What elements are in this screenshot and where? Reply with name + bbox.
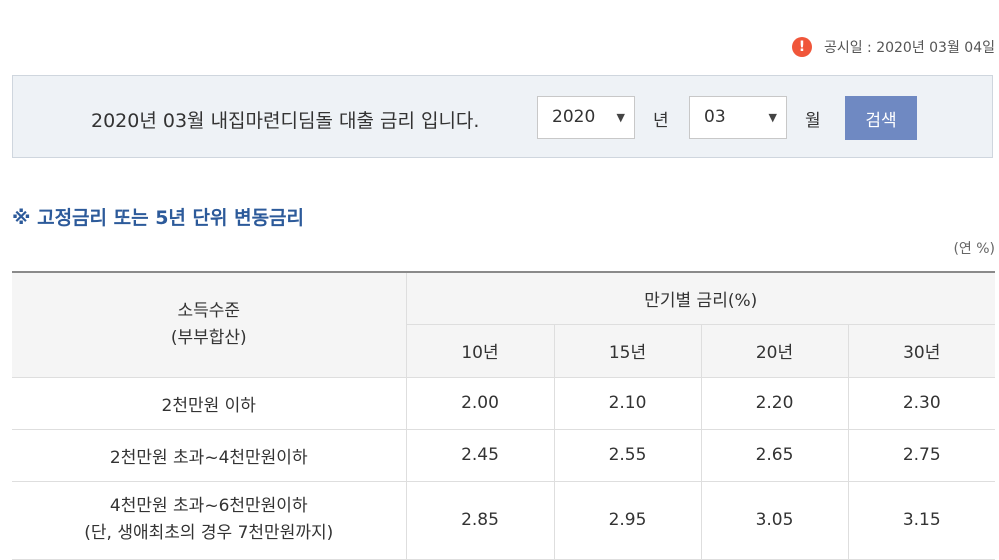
alert-icon: ! xyxy=(791,37,812,57)
announcement-date-text: 공시일 : 2020년 03월 04일 xyxy=(823,40,995,56)
term-rate-header: 만기별 금리(%) xyxy=(405,271,995,325)
rate-table: 소득수준 (부부합산) 만기별 금리(%) 10년 15년 20년 30년 2천… xyxy=(12,271,995,560)
table-row: 2천만원 이하 2.00 2.10 2.20 2.30 xyxy=(12,377,995,430)
table-row: 4천만원 초과~6천만원이하 (단, 생애최초의 경우 7천만원까지) 2.85… xyxy=(12,481,995,560)
income-level-header: 소득수준 (부부합산) xyxy=(12,271,406,378)
term-header: 10년 xyxy=(405,324,554,378)
rate-cell: 2.85 xyxy=(405,481,554,560)
rate-cell: 3.05 xyxy=(700,481,848,560)
term-header: 30년 xyxy=(847,324,995,378)
income-label: 2천만원 초과~4천만원이하 xyxy=(12,429,406,482)
rate-cell: 2.65 xyxy=(700,429,848,482)
income-label-note: (단, 생애최초의 경우 7천만원까지) xyxy=(84,523,334,543)
dropdown-arrow-icon: ▼ xyxy=(616,111,625,124)
month-unit-label: 월 xyxy=(805,111,821,131)
month-select[interactable]: 03 ▼ xyxy=(689,96,787,139)
dropdown-arrow-icon: ▼ xyxy=(768,111,777,124)
year-select[interactable]: 2020 ▼ xyxy=(537,96,635,139)
rate-cell: 2.30 xyxy=(847,377,995,430)
search-button[interactable]: 검색 xyxy=(845,96,917,140)
section-title: ※ 고정금리 또는 5년 단위 변동금리 xyxy=(12,207,305,229)
rate-cell: 2.20 xyxy=(700,377,848,430)
rate-cell: 2.00 xyxy=(405,377,554,430)
rate-cell: 2.55 xyxy=(553,429,701,482)
rate-cell: 2.10 xyxy=(553,377,701,430)
rate-cell: 2.95 xyxy=(553,481,701,560)
income-label: 4천만원 초과~6천만원이하 (단, 생애최초의 경우 7천만원까지) xyxy=(12,481,406,560)
term-header: 15년 xyxy=(553,324,701,378)
term-header: 20년 xyxy=(700,324,848,378)
announcement-date: ! 공시일 : 2020년 03월 04일 xyxy=(791,37,995,57)
unit-note: (연 %) xyxy=(953,241,995,257)
rate-search-panel: 2020년 03월 내집마련디딤돌 대출 금리 입니다. 2020 ▼ 년 03… xyxy=(12,75,993,158)
table-row: 2천만원 초과~4천만원이하 2.45 2.55 2.65 2.75 xyxy=(12,429,995,482)
year-select-value: 2020 xyxy=(552,107,596,127)
month-select-value: 03 xyxy=(704,107,726,127)
year-unit-label: 년 xyxy=(653,111,669,131)
rate-cell: 2.75 xyxy=(847,429,995,482)
search-caption: 2020년 03월 내집마련디딤돌 대출 금리 입니다. xyxy=(91,110,480,132)
rate-cell: 2.45 xyxy=(405,429,554,482)
rate-cell: 3.15 xyxy=(847,481,995,560)
income-label: 2천만원 이하 xyxy=(12,377,406,430)
